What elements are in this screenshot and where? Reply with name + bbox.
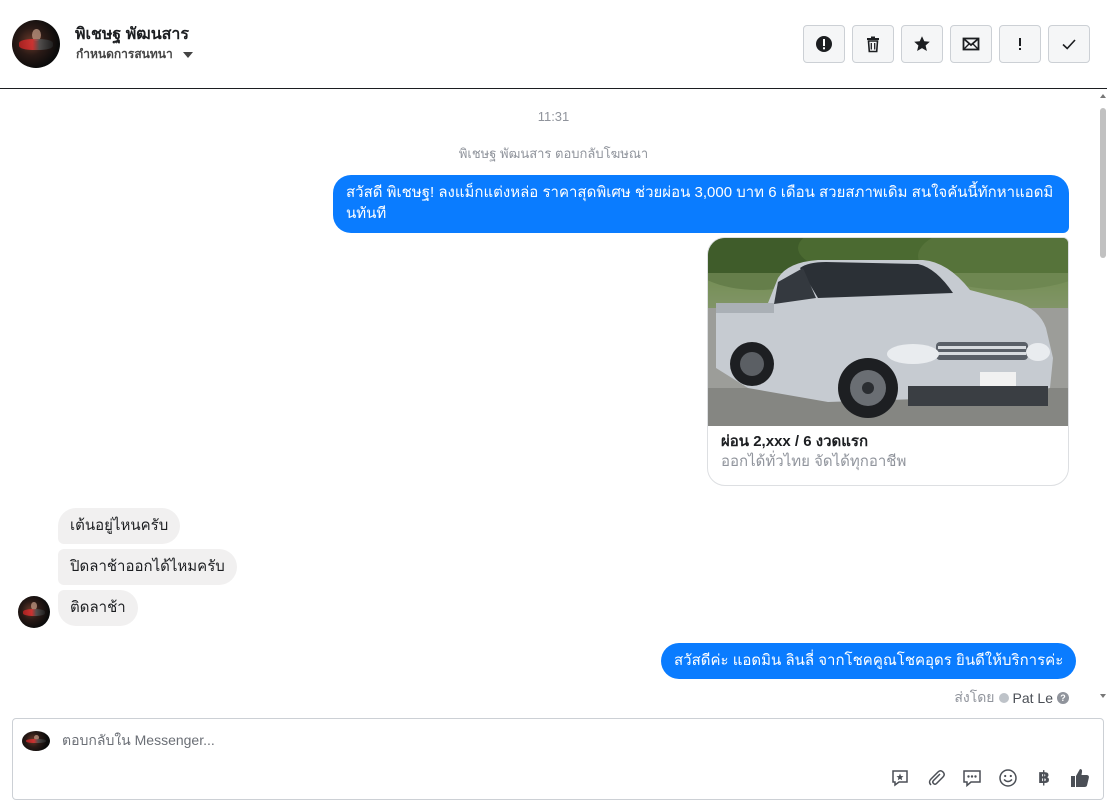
composer-tools: ฿ [889, 767, 1091, 789]
sent-by-name[interactable]: Pat Le [1013, 690, 1053, 706]
card-subtitle: ออกได้ทั่วไทย จัดได้ทุกอาชีพ [721, 453, 907, 470]
outgoing-message: สวัสดี พิเชษฐ! ลงแม็กแต่งหล่อ ราคาสุดพิเ… [333, 175, 1069, 233]
emoji-button[interactable] [997, 767, 1019, 789]
incoming-message: ปิดลาช้าออกได้ไหมครับ [58, 549, 237, 585]
emoji-icon [999, 769, 1017, 787]
scrollbar-thumb[interactable] [1100, 108, 1106, 258]
verified-icon [998, 693, 1009, 703]
incoming-message: ติดลาช้า [58, 590, 138, 626]
chat-icon [963, 770, 981, 788]
payment-button[interactable]: ฿ [1033, 767, 1055, 789]
alert-icon [816, 36, 832, 52]
baht-icon: ฿ [1038, 768, 1050, 787]
message-thread[interactable]: 11:31 พิเชษฐ พัฒนสาร ตอบกลับโฆษณา สวัสดี… [0, 90, 1107, 708]
mark-done-button[interactable] [1048, 25, 1090, 63]
attach-button[interactable] [925, 767, 947, 789]
car-photo [708, 238, 1068, 426]
sender-avatar [18, 596, 50, 628]
mark-unread-button[interactable] [950, 25, 992, 63]
attach-icon [928, 770, 945, 786]
exclamation-icon [1019, 38, 1021, 50]
timestamp: 11:31 [537, 109, 570, 124]
star-icon [914, 36, 930, 51]
mail-icon [962, 37, 980, 51]
schedule-label: กำหนดการสนทนา [76, 47, 173, 61]
saved-reply-button[interactable] [889, 767, 911, 789]
reply-input[interactable] [62, 732, 862, 748]
schedule-dropdown[interactable]: กำหนดการสนทนา [76, 45, 193, 64]
conversation-header: พิเชษฐ พัฒนสาร กำหนดการสนทนา [0, 0, 1107, 89]
conversation-toolbar [803, 25, 1090, 63]
like-icon [1071, 769, 1089, 787]
ad-card[interactable]: ผ่อน 2,xxx / 6 งวดแรก ออกได้ทั่วไทย จัดไ… [707, 237, 1069, 486]
trash-icon [867, 36, 879, 53]
check-icon [1062, 39, 1076, 50]
message-composer: ฿ [12, 718, 1104, 800]
mark-spam-button[interactable] [803, 25, 845, 63]
sent-by-label: ส่งโดย [954, 689, 995, 705]
scroll-down-icon[interactable] [1100, 694, 1106, 698]
help-icon[interactable]: ? [1057, 692, 1069, 704]
caret-down-icon [182, 51, 193, 58]
chat-button[interactable] [961, 767, 983, 789]
system-note: พิเชษฐ พัฒนสาร ตอบกลับโฆษณา [458, 146, 649, 161]
outgoing-message: สวัสดีค่ะ แอดมิน ลินลี่ จากโชคคูณโชคอุดร… [661, 643, 1077, 679]
scroll-up-icon[interactable] [1100, 94, 1106, 98]
delete-button[interactable] [852, 25, 894, 63]
like-button[interactable] [1069, 767, 1091, 789]
page-avatar [22, 731, 50, 751]
follow-up-button[interactable] [999, 25, 1041, 63]
star-button[interactable] [901, 25, 943, 63]
incoming-message: เต้นอยู่ไหนครับ [58, 508, 181, 544]
sent-by-info: ส่งโดย Pat Le ? [954, 687, 1069, 709]
contact-name[interactable]: พิเชษฐ พัฒนสาร [75, 22, 189, 47]
contact-avatar[interactable] [12, 20, 60, 68]
saved-reply-icon [892, 770, 908, 787]
